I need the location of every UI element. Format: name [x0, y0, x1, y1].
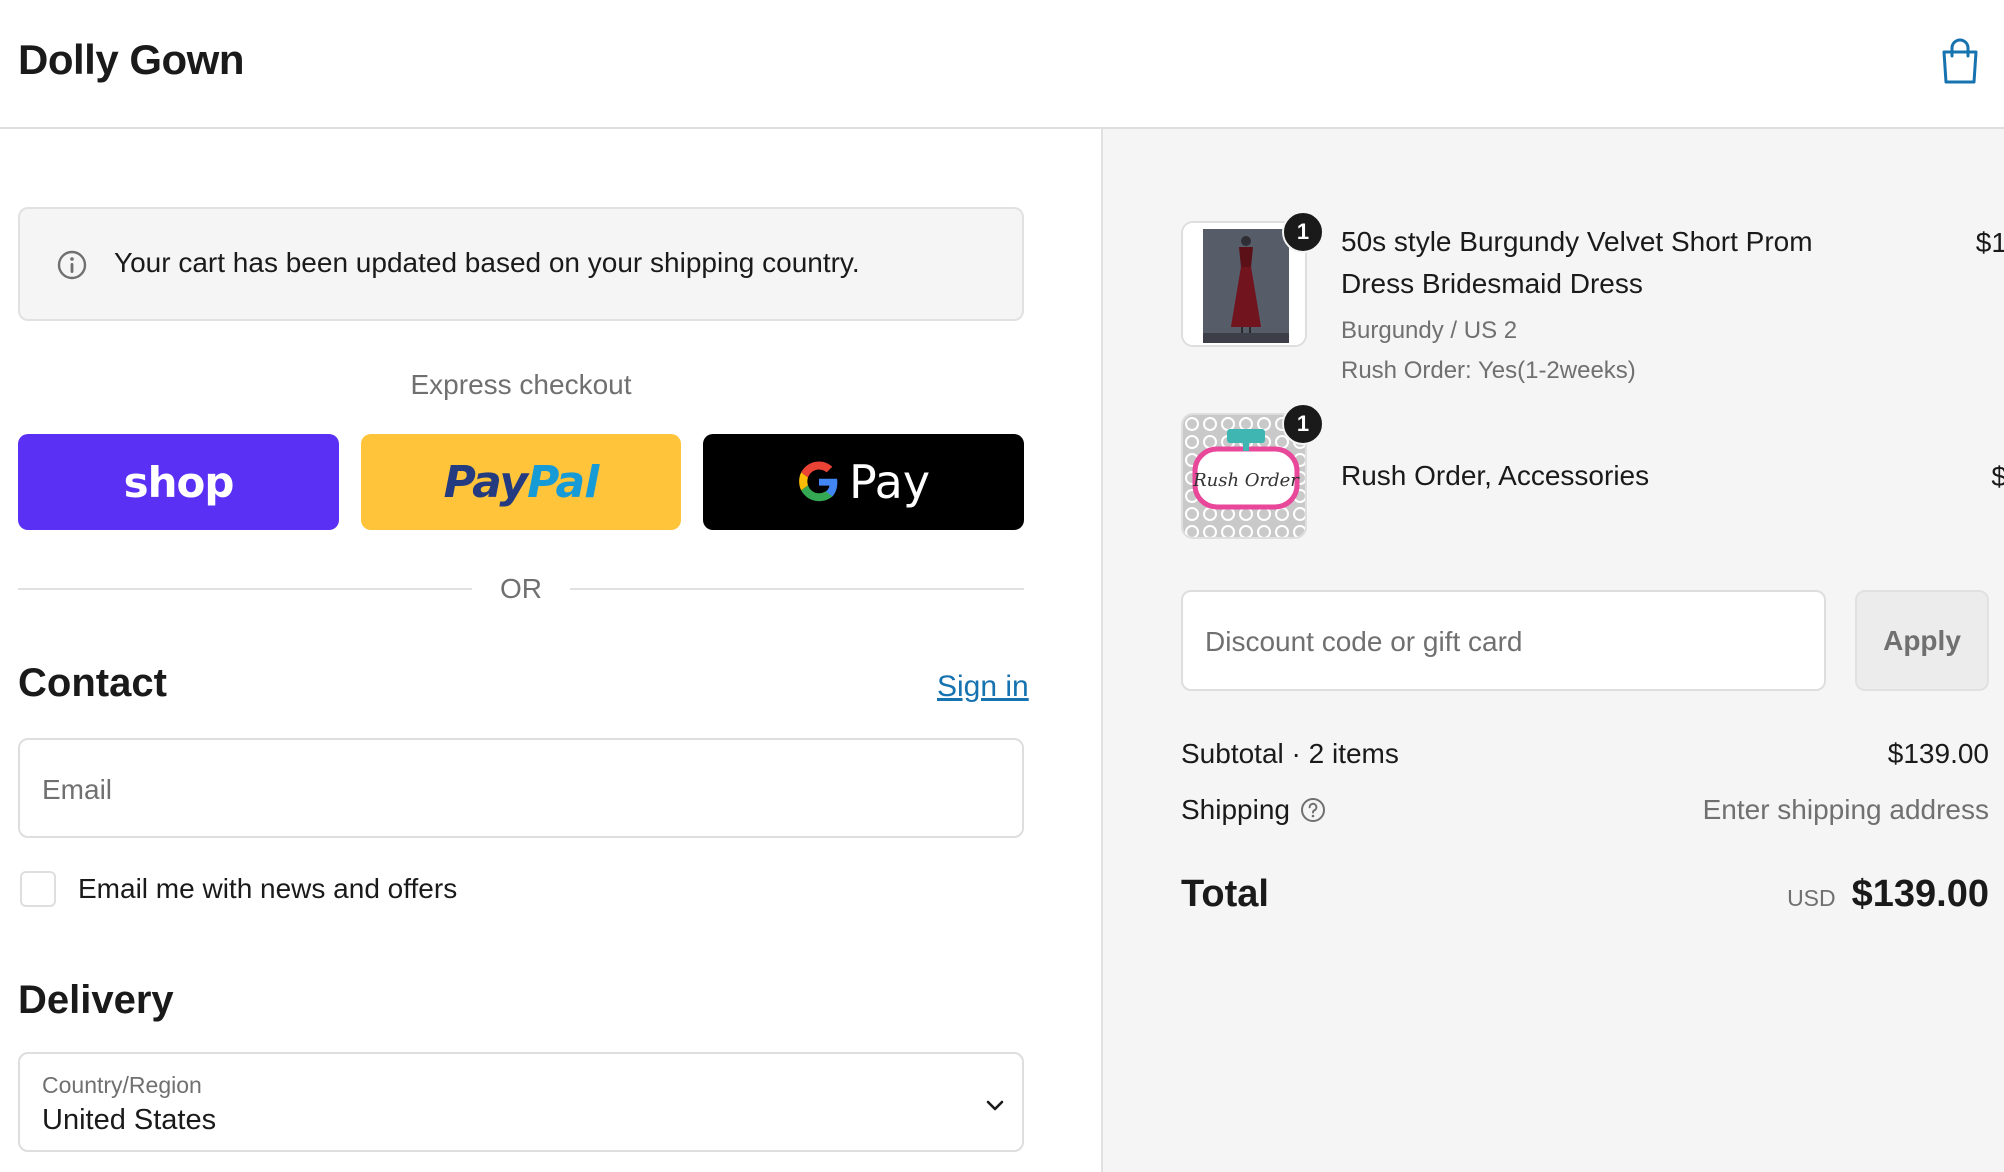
- shipping-label-group: Shipping: [1181, 794, 1326, 826]
- sign-in-link[interactable]: Sign in: [937, 670, 1029, 704]
- subtotal-value: $139.00: [1887, 738, 1989, 769]
- product-title: 50s style Burgundy Velvet Short Prom Dre…: [1341, 226, 1813, 299]
- product-variant: Burgundy / US 2: [1341, 317, 1518, 344]
- google-g-icon: [799, 461, 838, 502]
- product-title: Rush Order, Accessories: [1341, 460, 1650, 491]
- google-pay-button[interactable]: Pay: [703, 434, 1024, 530]
- email-placeholder: Email: [42, 774, 113, 805]
- total-value: $139.00: [1851, 873, 1989, 915]
- product-price: $109.00: [1975, 227, 2004, 258]
- contact-title: Contact: [18, 661, 167, 705]
- product-price: $30.00: [1991, 461, 2004, 492]
- email-field[interactable]: Email: [18, 738, 1024, 838]
- chevron-down-icon: [986, 1100, 1004, 1111]
- shop-pay-logo: shop: [123, 457, 235, 507]
- quantity-badge: 1: [1282, 403, 1324, 445]
- subtotal-label: Subtotal · 2 items: [1181, 738, 1399, 769]
- help-icon[interactable]: [1300, 797, 1326, 823]
- paypal-logo: PayPal: [443, 456, 600, 508]
- header: Dolly Gown: [0, 0, 2004, 129]
- discount-placeholder: Discount code or gift card: [1205, 626, 1523, 657]
- cart-item: 1 50s style Burgundy Velvet Short Prom D…: [1181, 211, 2004, 384]
- shipping-label: Shipping: [1181, 794, 1290, 825]
- newsletter-option[interactable]: Email me with news and offers: [20, 869, 457, 909]
- checkout-main: Your cart has been updated based on your…: [0, 129, 1101, 1172]
- apply-discount-button[interactable]: Apply: [1855, 590, 1989, 691]
- shop-pay-button[interactable]: shop: [18, 434, 339, 530]
- country-label: Country/Region: [42, 1072, 202, 1098]
- product-option: Rush Order: Yes(1-2weeks): [1341, 357, 1636, 384]
- cart-updated-notice: Your cart has been updated based on your…: [18, 207, 1024, 321]
- info-icon: [57, 250, 87, 280]
- or-divider: OR: [18, 569, 1024, 609]
- paypal-logo-part2: Pal: [527, 456, 599, 508]
- country-select[interactable]: Country/Region United States: [18, 1052, 1024, 1152]
- discount-code-input[interactable]: Discount code or gift card: [1181, 590, 1826, 691]
- rush-order-thumb-text: Rush Order: [1192, 470, 1300, 491]
- delivery-title: Delivery: [18, 978, 174, 1022]
- google-pay-label: Pay: [848, 455, 931, 509]
- notice-text: Your cart has been updated based on your…: [114, 247, 860, 278]
- store-logo[interactable]: Dolly Gown: [18, 36, 245, 84]
- shopping-bag-icon[interactable]: [1938, 38, 1982, 86]
- or-line-right: [570, 588, 1024, 590]
- quantity-badge: 1: [1282, 211, 1324, 253]
- total-amount: USD $139.00: [1787, 873, 1989, 916]
- cart-item: Rush Order 1 Rush Order, Accessories $30…: [1181, 403, 2004, 543]
- google-pay-logo: Pay: [797, 455, 930, 509]
- shipping-value: Enter shipping address: [1702, 794, 1989, 825]
- newsletter-checkbox[interactable]: [20, 871, 56, 907]
- currency-code: USD: [1787, 885, 1836, 911]
- newsletter-label: Email me with news and offers: [78, 873, 458, 904]
- total-row: Total USD $139.00: [1181, 873, 1989, 923]
- paypal-logo-part1: Pay: [443, 456, 528, 508]
- total-label: Total: [1181, 873, 1269, 915]
- order-summary: 1 50s style Burgundy Velvet Short Prom D…: [1101, 129, 2004, 1172]
- shipping-row: Shipping Enter shipping address: [1181, 794, 1989, 834]
- country-value: United States: [42, 1104, 217, 1136]
- express-checkout-label: Express checkout: [410, 369, 632, 400]
- subtotal-row: Subtotal · 2 items $139.00: [1181, 738, 1989, 778]
- paypal-button[interactable]: PayPal: [361, 434, 681, 530]
